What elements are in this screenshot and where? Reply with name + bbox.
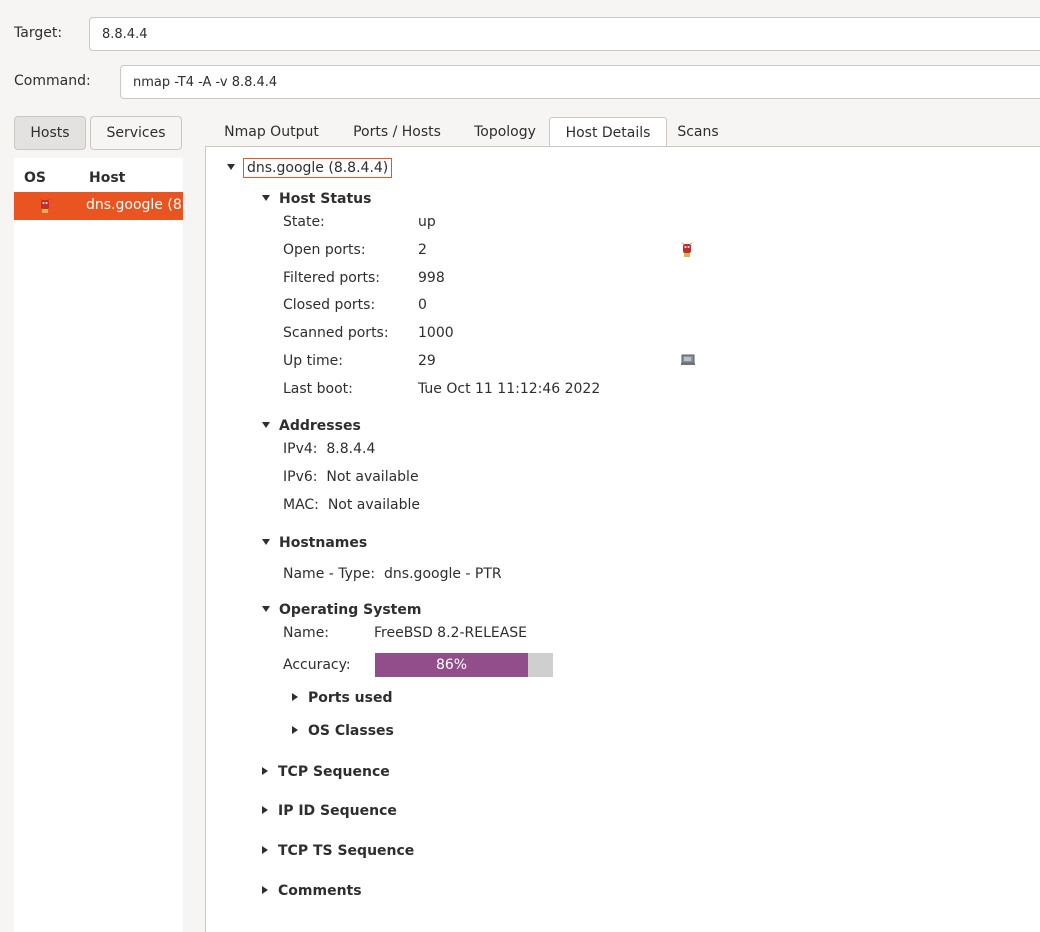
last-boot-value: Tue Oct 11 11:12:46 2022 <box>418 381 601 397</box>
ip-id-sequence-heading: IP ID Sequence <box>278 803 397 819</box>
host-expander[interactable]: dns.google (8.8.4.4) <box>227 158 393 178</box>
hostname-row: Name - Type: dns.google - PTR <box>283 566 502 582</box>
expand-down-icon <box>262 422 270 428</box>
mac-label: MAC: <box>283 497 319 513</box>
expand-down-icon <box>262 195 270 201</box>
comments-expander[interactable]: Comments <box>262 883 362 899</box>
expand-right-icon <box>262 767 268 775</box>
tcp-ts-sequence-expander[interactable]: TCP TS Sequence <box>262 843 414 859</box>
up-time-label: Up time: <box>283 353 343 369</box>
command-label: Command: <box>14 73 91 89</box>
scanned-ports-label: Scanned ports: <box>283 325 389 341</box>
addresses-heading: Addresses <box>279 418 361 434</box>
os-column-header[interactable]: OS <box>24 170 46 186</box>
host-column-header[interactable]: Host <box>89 170 125 186</box>
ipv4-row: IPv4: 8.8.4.4 <box>283 441 375 457</box>
host-list <box>14 158 183 932</box>
state-label: State: <box>283 214 325 230</box>
ports-used-heading: Ports used <box>308 690 393 706</box>
host-row-selected[interactable]: dns.google (8.8.4.4) <box>14 192 183 220</box>
expand-right-icon <box>262 886 268 894</box>
os-name-value: FreeBSD 8.2-RELEASE <box>374 625 528 641</box>
freebsd-daemon-icon <box>38 198 52 218</box>
ipv4-label: IPv4: <box>283 441 318 457</box>
expand-right-icon <box>292 693 298 701</box>
ip-id-sequence-expander[interactable]: IP ID Sequence <box>262 803 397 819</box>
ports-used-expander[interactable]: Ports used <box>292 690 393 706</box>
last-boot-label: Last boot: <box>283 381 353 397</box>
tab-host-details[interactable]: Host Details <box>549 117 667 147</box>
os-name-label: Name: <box>283 625 330 641</box>
tcp-ts-sequence-heading: TCP TS Sequence <box>278 843 415 859</box>
hosts-tab[interactable]: Hosts <box>14 116 86 150</box>
closed-ports-value: 0 <box>418 297 427 313</box>
accuracy-bar: 86% <box>375 653 553 677</box>
os-classes-heading: OS Classes <box>308 723 394 739</box>
operating-system-heading: Operating System <box>279 602 422 618</box>
hostnames-heading: Hostnames <box>279 535 368 551</box>
ipv6-label: IPv6: <box>283 469 318 485</box>
addresses-expander[interactable]: Addresses <box>262 418 361 434</box>
operating-system-expander[interactable]: Operating System <box>262 602 421 618</box>
target-input[interactable]: 8.8.4.4 <box>89 17 1040 51</box>
ipv4-value: 8.8.4.4 <box>326 441 376 457</box>
expand-down-icon <box>262 606 270 612</box>
tcp-sequence-heading: TCP Sequence <box>278 764 390 780</box>
tab-ports-hosts[interactable]: Ports / Hosts <box>342 118 452 146</box>
hostname-label: Name - Type: <box>283 566 376 582</box>
services-tab[interactable]: Services <box>90 116 182 150</box>
open-ports-label: Open ports: <box>283 242 366 258</box>
host-status-expander[interactable]: Host Status <box>262 191 371 207</box>
state-value: up <box>418 214 436 230</box>
filtered-ports-label: Filtered ports: <box>283 270 381 286</box>
expand-down-icon <box>227 164 235 170</box>
tcp-sequence-expander[interactable]: TCP Sequence <box>262 764 390 780</box>
accuracy-value: 86% <box>435 657 468 673</box>
tab-nmap-output[interactable]: Nmap Output <box>215 118 328 146</box>
tab-scans[interactable]: Scans <box>668 118 728 146</box>
expand-right-icon <box>262 846 268 854</box>
comments-heading: Comments <box>278 883 362 899</box>
ipv6-value: Not available <box>326 469 419 485</box>
host-title: dns.google (8.8.4.4) <box>243 158 393 178</box>
mac-row: MAC: Not available <box>283 497 420 513</box>
expand-right-icon <box>262 806 268 814</box>
computer-icon <box>681 354 695 370</box>
accuracy-label: Accuracy: <box>283 657 351 673</box>
command-input[interactable]: nmap -T4 -A -v 8.8.4.4 <box>120 65 1040 99</box>
target-label: Target: <box>14 25 63 41</box>
hostname-value: dns.google - PTR <box>384 566 502 582</box>
hostnames-expander[interactable]: Hostnames <box>262 535 367 551</box>
tab-topology[interactable]: Topology <box>465 118 545 146</box>
scanned-ports-value: 1000 <box>418 325 454 341</box>
os-classes-expander[interactable]: OS Classes <box>292 723 394 739</box>
expand-right-icon <box>292 726 298 734</box>
host-status-heading: Host Status <box>279 191 372 207</box>
filtered-ports-value: 998 <box>418 270 445 286</box>
host-name: dns.google (8.8.4.4) <box>86 197 183 213</box>
freebsd-daemon-icon <box>681 242 693 262</box>
mac-value: Not available <box>327 497 420 513</box>
open-ports-value: 2 <box>418 242 427 258</box>
expand-down-icon <box>262 539 270 545</box>
closed-ports-label: Closed ports: <box>283 297 376 313</box>
ipv6-row: IPv6: Not available <box>283 469 419 485</box>
up-time-value: 29 <box>418 353 436 369</box>
